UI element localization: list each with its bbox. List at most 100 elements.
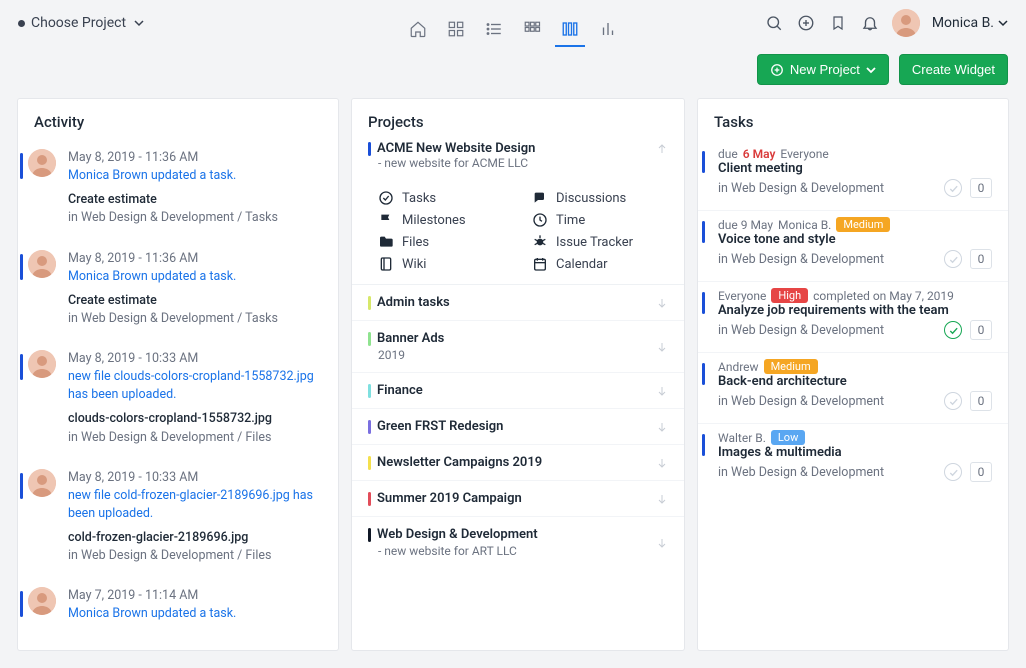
new-project-button[interactable]: New Project	[757, 54, 889, 85]
avatar[interactable]	[892, 9, 920, 37]
priority-badge: Low	[771, 430, 805, 445]
project-color	[368, 142, 371, 156]
avatar	[28, 149, 58, 228]
activity-list: May 8, 2019 - 11:36 AM Monica Brown upda…	[18, 141, 338, 650]
task-count[interactable]: 0	[970, 462, 992, 482]
task-location: in Web Design & Development	[718, 465, 884, 480]
create-widget-button[interactable]: Create Widget	[899, 54, 1008, 85]
project-tool-calendar[interactable]: Calendar	[532, 256, 668, 272]
project-tool-milestones[interactable]: Milestones	[378, 212, 514, 228]
task-item[interactable]: Everyone High completed on May 7, 2019 A…	[698, 282, 1008, 353]
task-item[interactable]: due 6 May Everyone Client meeting in Web…	[698, 141, 1008, 211]
add-icon[interactable]	[796, 13, 816, 33]
dot-icon	[18, 20, 25, 27]
project-row[interactable]: Newsletter Campaigns 2019	[352, 445, 684, 481]
arrow-down-icon[interactable]	[656, 537, 668, 549]
search-icon[interactable]	[764, 13, 784, 33]
project-row[interactable]: Summer 2019 Campaign	[352, 481, 684, 517]
project-tool-label: Discussions	[556, 191, 626, 206]
chevron-down-icon	[134, 18, 144, 28]
view-columns[interactable]	[555, 17, 585, 47]
activity-link[interactable]: new file cold-frozen-glacier-2189696.jpg…	[68, 487, 322, 523]
activity-panel: Activity May 8, 2019 - 11:36 AM Monica B…	[18, 99, 338, 650]
project-row[interactable]: Admin tasks	[352, 285, 684, 321]
task-title: Voice tone and style	[718, 232, 992, 247]
priority-badge: Medium	[764, 359, 818, 374]
task-check-icon[interactable]	[944, 392, 962, 410]
view-home[interactable]	[403, 17, 433, 47]
project-tool-discussions[interactable]: Discussions	[532, 190, 668, 206]
task-check-icon[interactable]	[944, 463, 962, 481]
task-count[interactable]: 0	[970, 391, 992, 411]
avatar	[28, 587, 58, 623]
activity-title: cold-frozen-glacier-2189696.jpg	[68, 529, 322, 547]
task-title: Analyze job requirements with the team	[718, 303, 992, 318]
arrow-up-icon[interactable]	[656, 143, 668, 155]
project-row[interactable]: Web Design & Development - new website f…	[352, 517, 684, 568]
arrow-down-icon[interactable]	[656, 457, 668, 469]
chevron-down-icon	[998, 18, 1008, 28]
arrow-down-icon[interactable]	[656, 341, 668, 353]
project-sub: 2019	[368, 348, 648, 362]
activity-item[interactable]: May 8, 2019 - 11:36 AM Monica Brown upda…	[18, 242, 338, 343]
project-row[interactable]: Green FRST Redesign	[352, 409, 684, 445]
activity-link[interactable]: new file clouds-colors-cropland-1558732.…	[68, 368, 322, 404]
activity-time: May 8, 2019 - 11:36 AM	[68, 250, 322, 268]
project-tool-tasks[interactable]: Tasks	[378, 190, 514, 206]
arrow-down-icon[interactable]	[656, 297, 668, 309]
project-tool-label: Milestones	[402, 213, 466, 228]
task-check-icon[interactable]	[944, 321, 962, 339]
topbar: Choose Project	[0, 0, 1026, 46]
activity-item[interactable]: May 7, 2019 - 11:14 AM Monica Brown upda…	[18, 579, 338, 637]
task-item[interactable]: Walter B. Low Images & multimedia in Web…	[698, 424, 1008, 494]
arrow-down-icon[interactable]	[656, 385, 668, 397]
activity-title: Create estimate	[68, 191, 322, 209]
project-primary[interactable]: ACME New Website Design - new website fo…	[352, 141, 684, 182]
task-item[interactable]: due 9 May Monica B. Medium Voice tone an…	[698, 211, 1008, 282]
activity-item[interactable]: May 8, 2019 - 11:36 AM Monica Brown upda…	[18, 141, 338, 242]
activity-link[interactable]: Monica Brown updated a task.	[68, 605, 322, 623]
view-cards[interactable]	[517, 17, 547, 47]
view-grid[interactable]	[441, 17, 471, 47]
bug-icon	[532, 234, 548, 250]
choose-project-dropdown[interactable]: Choose Project	[18, 15, 144, 31]
project-tool-label: Wiki	[402, 257, 426, 272]
bookmark-icon[interactable]	[828, 13, 848, 33]
task-title: Images & multimedia	[718, 445, 992, 460]
task-check-icon[interactable]	[944, 179, 962, 197]
task-count[interactable]: 0	[970, 178, 992, 198]
activity-item[interactable]: May 8, 2019 - 10:33 AM new file cold-fro…	[18, 461, 338, 580]
tasks-list: due 6 May Everyone Client meeting in Web…	[698, 141, 1008, 506]
project-tool-files[interactable]: Files	[378, 234, 514, 250]
user-menu[interactable]: Monica B.	[932, 15, 1008, 31]
activity-link[interactable]: Monica Brown updated a task.	[68, 268, 322, 286]
task-count[interactable]: 0	[970, 249, 992, 269]
task-check-icon[interactable]	[944, 250, 962, 268]
project-tool-time[interactable]: Time	[532, 212, 668, 228]
calendar-icon	[532, 256, 548, 272]
task-location: in Web Design & Development	[718, 323, 884, 338]
project-row[interactable]: Banner Ads 2019	[352, 321, 684, 373]
project-tool-wiki[interactable]: Wiki	[378, 256, 514, 272]
arrow-down-icon[interactable]	[656, 493, 668, 505]
activity-item[interactable]: May 8, 2019 - 10:33 AM new file clouds-c…	[18, 342, 338, 461]
activity-location: in Web Design & Development / Files	[68, 547, 322, 565]
view-chart[interactable]	[593, 17, 623, 47]
activity-link[interactable]: Monica Brown updated a task.	[68, 167, 322, 185]
project-color	[368, 384, 371, 398]
activity-title: Create estimate	[68, 292, 322, 310]
notebook-icon	[378, 256, 394, 272]
task-meta: Everyone High completed on May 7, 2019	[718, 288, 992, 303]
panels: Activity May 8, 2019 - 11:36 AM Monica B…	[0, 99, 1026, 668]
bell-icon[interactable]	[860, 13, 880, 33]
project-row[interactable]: Finance	[352, 373, 684, 409]
project-sub: - new website for ART LLC	[368, 544, 648, 558]
user-name: Monica B.	[932, 15, 994, 31]
activity-time: May 8, 2019 - 10:33 AM	[68, 469, 322, 487]
task-count[interactable]: 0	[970, 320, 992, 340]
arrow-down-icon[interactable]	[656, 421, 668, 433]
project-tool-issue-tracker[interactable]: Issue Tracker	[532, 234, 668, 250]
view-list[interactable]	[479, 17, 509, 47]
task-location: in Web Design & Development	[718, 252, 884, 267]
task-item[interactable]: Andrew Medium Back-end architecture in W…	[698, 353, 1008, 424]
